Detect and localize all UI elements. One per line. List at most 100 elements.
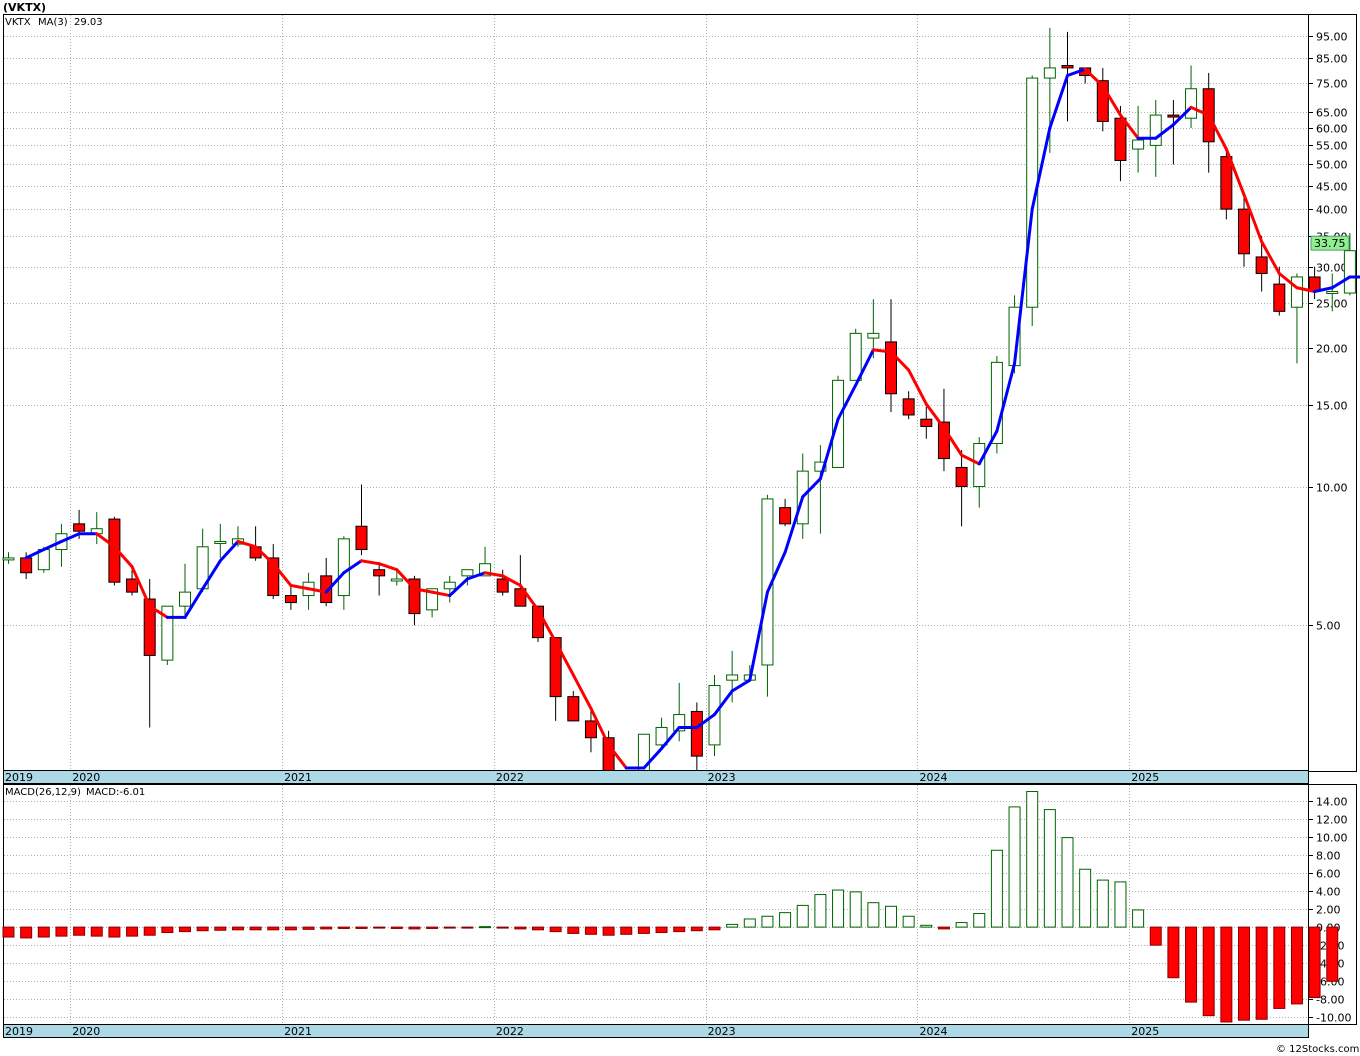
macd-bar [620,926,633,935]
macd-bar [814,894,827,928]
candle-body [1043,67,1056,79]
candle-body [902,398,915,416]
candle-body [496,578,509,593]
macd-bar [549,926,562,933]
price-tick-label: 50.00 [1316,159,1348,172]
macd-bar [920,924,933,928]
last-price-tag: 33.75 [1310,235,1350,251]
time-axis-label: 2025 [1131,1025,1159,1038]
macd-bar [973,913,986,928]
macd-bar [37,926,50,938]
macd-bar [90,926,103,937]
macd-bar [990,849,1003,928]
macd-bar [567,926,580,934]
candle-body [1255,256,1268,274]
candle-body [779,507,792,525]
candle-body [373,569,386,577]
macd-bar [1132,909,1145,928]
macd-bar [1238,926,1250,1021]
candle-body [867,332,880,339]
macd-bar [126,926,139,937]
macd-bar [832,889,845,928]
macd-bar [726,923,739,928]
price-tick-label: 40.00 [1316,204,1348,217]
macd-bar [1185,926,1198,1003]
macd-bar [690,926,703,932]
price-tick-label: 85.00 [1316,53,1348,66]
last-price-value: 33.75 [1314,237,1346,250]
macd-bar [443,926,456,929]
candle-body [1238,208,1250,255]
macd-bar [408,926,421,930]
time-axis-label: 2020 [72,771,100,784]
macd-bar [426,926,439,929]
macd-bar [743,918,756,928]
time-axis-label: 2020 [72,1025,100,1038]
macd-bar [1114,881,1127,928]
price-tick-label: 65.00 [1316,107,1348,120]
price-tick-label: 55.00 [1316,140,1348,153]
macd-tick-label: 8.00 [1316,850,1341,863]
macd-bar [1043,809,1056,928]
time-axis-label: 2024 [919,771,947,784]
macd-bar [955,922,968,928]
candle-body [1167,114,1180,118]
candle-body [1220,156,1233,210]
time-axis-label: 2025 [1131,771,1159,784]
macd-bar [320,926,333,930]
candle-body [390,578,403,582]
time-axis-label: 2023 [708,771,736,784]
candle-body [20,557,33,574]
candle-body [443,581,456,590]
macd-tick-label: 14.00 [1316,796,1348,809]
candle-body [690,710,703,757]
macd-tick-label: 2.00 [1316,904,1341,917]
macd-bar [1308,926,1321,999]
candle-body [73,523,86,532]
macd-bar [885,905,897,928]
macd-bar [867,902,880,928]
macd-tick-label: 10.00 [1316,832,1348,845]
time-axis-band [3,770,1309,784]
macd-bar [655,926,668,934]
macd-bar [637,926,650,934]
price-legend-ma-label: MA(3) [38,17,68,28]
price-tick-label: 30.00 [1316,262,1348,275]
candle-body [920,418,933,427]
price-tick-label: 15.00 [1316,400,1348,413]
time-axis-label: 2022 [496,1025,524,1038]
candle-body [284,595,297,604]
price-tick-label: 75.00 [1316,78,1348,91]
macd-bar [1202,926,1215,1017]
macd-bar [1220,926,1233,1023]
time-axis-label: 2021 [284,1025,312,1038]
candle-body [1149,114,1162,146]
candle-body [885,341,897,395]
macd-bar [249,926,262,931]
ma-segment [871,348,893,354]
candle-body [955,466,968,488]
candle-body [1290,276,1303,308]
candle-body [214,540,227,544]
macd-bar [214,926,227,931]
macd-bar [267,926,280,931]
macd-bar [602,926,615,936]
macd-tick-label: 6.00 [1316,868,1341,881]
macd-bar [337,926,350,929]
macd-bar [1026,791,1039,928]
macd-bar [1326,926,1339,982]
macd-bar [1167,926,1180,979]
time-axis-label: 2021 [284,771,312,784]
macd-bar [937,926,950,930]
macd-bar [20,926,33,939]
time-axis-label: 2022 [496,771,524,784]
macd-bar [1273,926,1286,1009]
macd-bar [55,926,68,937]
macd-bar [496,926,509,929]
candle-body [1061,64,1074,69]
macd-bar [196,926,209,932]
candle-body [849,332,862,381]
price-tick-label: 95.00 [1316,31,1348,44]
watermark: © 12Stocks.com [1276,1044,1359,1055]
macd-bar [390,926,403,929]
